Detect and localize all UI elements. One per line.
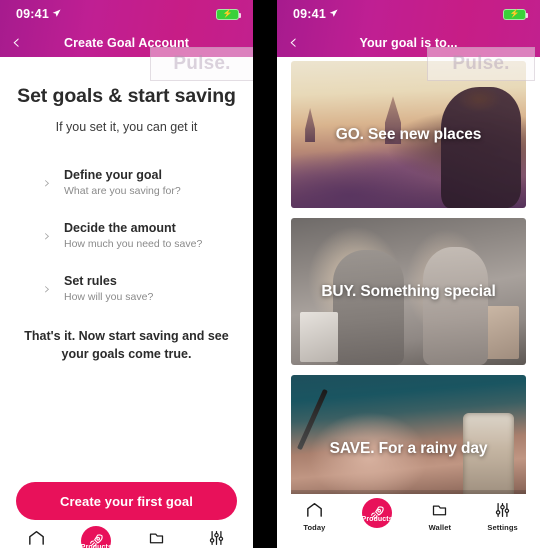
left-screen-body: Set goals & start saving If you set it, … [0,85,253,548]
list-item-text: Define your goal What are you saving for… [64,168,231,197]
tab-today[interactable]: Today [10,528,62,548]
steps-list: › Define your goal What are you saving f… [0,168,253,303]
tab-settings[interactable]: Settings [477,500,529,532]
back-chevron-icon[interactable]: ‹ [287,32,309,53]
list-item-text: Set rules How will you save? [64,274,231,303]
tab-label: Wallet [428,523,452,532]
tab-products[interactable]: Products [70,526,122,548]
left-top-bar: 09:41 ⚡ ‹ Create Goal Account [0,0,253,57]
goal-card-buy[interactable]: BUY. Something special [291,218,526,365]
charging-bolt-icon: ⚡ [509,9,520,18]
goal-card-label: GO. See new places [335,125,482,143]
list-item-title: Set rules [64,274,117,288]
status-bar: 09:41 ⚡ [0,0,253,28]
page-subtitle: If you set it, you can get it [55,120,198,134]
home-icon [28,528,45,547]
status-time: 09:41 [293,7,326,21]
closing-text: That's it. Now start saving and see your… [24,329,229,362]
page-title: Set goals & start saving [17,85,236,107]
tab-products[interactable]: Products [351,498,403,534]
right-nav-bar: ‹ Your goal is to... [277,28,540,57]
status-bar: 09:41 ⚡ [277,0,540,28]
right-top-bar: 09:41 ⚡ ‹ Your goal is to... [277,0,540,57]
location-arrow-icon [52,7,61,21]
right-nav-title: Your goal is to... [359,35,458,50]
phone-screen-your-goal-is-to: 09:41 ⚡ ‹ Your goal is to... Pulse. GO. … [277,0,540,548]
left-nav-bar: ‹ Create Goal Account [0,28,253,57]
create-first-goal-button[interactable]: Create your first goal [16,482,237,520]
wallet-icon [432,500,447,519]
list-item[interactable]: › Set rules How will you save? [44,274,231,303]
tab-wallet[interactable]: Wallet [131,528,183,548]
goal-card-go[interactable]: GO. See new places [291,61,526,208]
phone-screen-create-goal-account: 09:41 ⚡ ‹ Create Goal Account Pulse. Set… [0,0,253,548]
status-bar-left: 09:41 [293,7,338,21]
bottom-tab-bar: Today Products Wallet [0,522,253,548]
list-item-text: Decide the amount How much you need to s… [64,221,231,250]
back-chevron-icon[interactable]: ‹ [10,32,32,53]
battery-charging-icon: ⚡ [216,8,241,20]
home-icon [306,500,323,519]
status-time: 09:41 [16,7,49,21]
tab-label: Today [303,523,326,532]
goal-card-label: SAVE. For a rainy day [329,439,488,457]
list-item[interactable]: › Define your goal What are you saving f… [44,168,231,197]
chevron-right-icon: › [44,225,51,245]
list-item-desc: How will you save? [64,291,154,303]
rocket-icon [362,498,393,528]
left-nav-title: Create Goal Account [63,35,190,50]
list-item-title: Decide the amount [64,221,176,235]
tab-today[interactable]: Today [288,500,340,532]
charging-bolt-icon: ⚡ [222,9,233,18]
list-item-desc: How much you need to save? [64,238,203,250]
tab-wallet[interactable]: Wallet [414,500,466,532]
battery-charging-icon: ⚡ [503,8,528,20]
tab-label: Products [80,544,112,548]
sliders-icon [495,500,510,519]
dual-phone-screenshot: 09:41 ⚡ ‹ Create Goal Account Pulse. Set… [0,0,540,548]
list-item[interactable]: › Decide the amount How much you need to… [44,221,231,250]
goal-cards-list: GO. See new places BUY. Something specia… [277,57,540,548]
shopping-bag-right [481,306,519,360]
bottom-tab-bar: Today Products Wallet [277,494,540,538]
shopping-bag-left [300,312,338,363]
tab-settings[interactable]: Settings [191,528,243,548]
chevron-right-icon: › [44,278,51,298]
tab-label: Settings [487,523,518,532]
location-arrow-icon [329,7,338,21]
goal-card-label: BUY. Something special [321,282,496,300]
chevron-right-icon: › [44,172,51,192]
tab-label: Products [361,516,393,523]
list-item-desc: What are you saving for? [64,185,181,197]
wallet-icon [149,528,164,547]
sliders-icon [209,528,224,547]
list-item-title: Define your goal [64,168,162,182]
traveler-silhouette [441,87,522,208]
status-bar-left: 09:41 [16,7,61,21]
